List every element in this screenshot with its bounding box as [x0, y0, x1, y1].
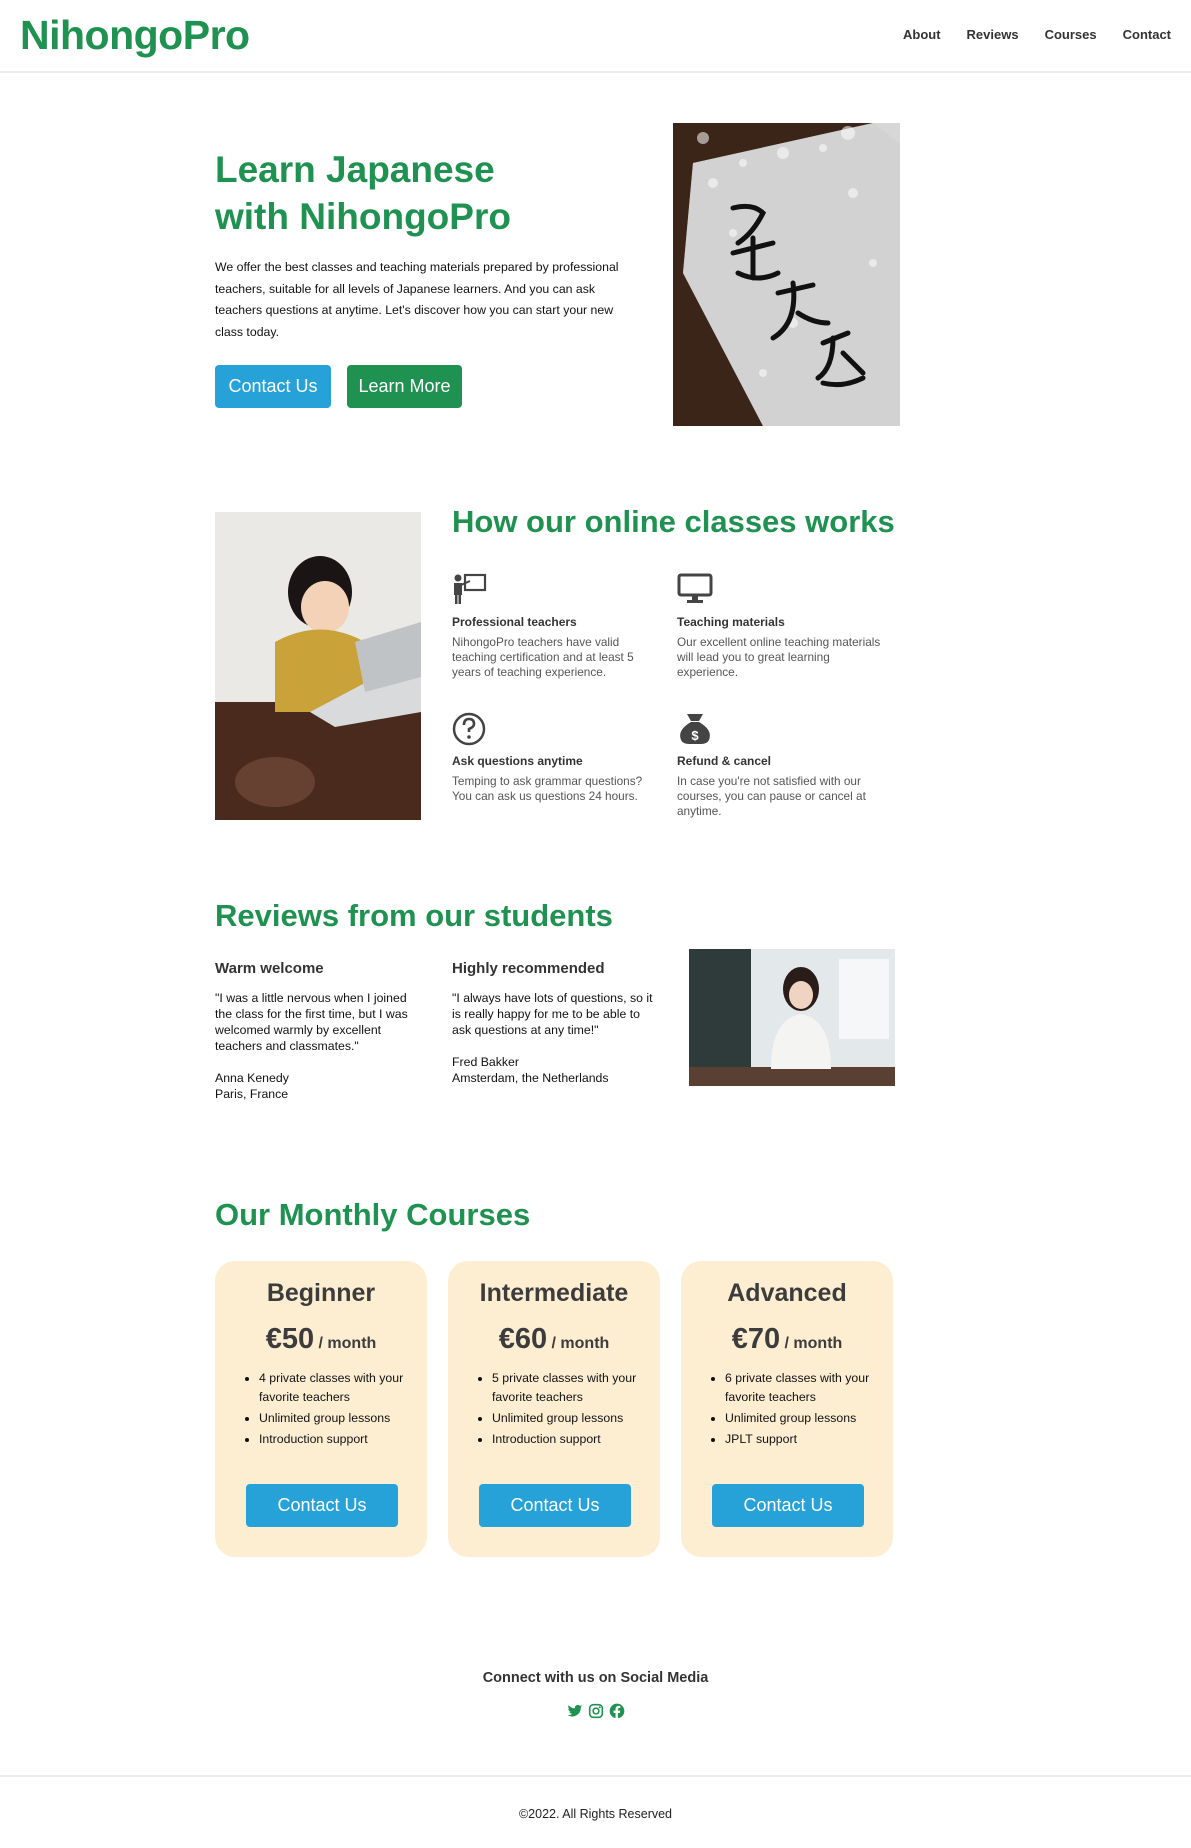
- twitter-icon[interactable]: [567, 1703, 583, 1719]
- reviews-section-title: Reviews from our students: [215, 898, 613, 933]
- course-contact-button[interactable]: Contact Us: [712, 1484, 864, 1527]
- feature-ask-questions: Ask questions anytime Temping to ask gra…: [452, 712, 662, 804]
- hero-description: We offer the best classes and teaching m…: [215, 260, 619, 340]
- courses-section-title: Our Monthly Courses: [215, 1197, 531, 1232]
- monitor-icon: [677, 573, 713, 609]
- calligraphy-illustration: [673, 123, 900, 426]
- reviewer-name: Fred Bakker: [452, 1055, 519, 1069]
- course-feature: Unlimited group lessons: [492, 1409, 642, 1428]
- course-feature: JPLT support: [725, 1430, 875, 1449]
- hero-title-line1: Learn Japanese: [215, 149, 495, 190]
- course-feature: Introduction support: [492, 1430, 642, 1449]
- feature-refund-cancel: $ Refund & cancel In case you're not sat…: [677, 712, 887, 819]
- price-period: / month: [784, 1335, 843, 1352]
- review-quote: "I always have lots of questions, so it …: [452, 991, 653, 1037]
- site-footer: ©2022. All Rights Reserved: [0, 1775, 1191, 1848]
- review-quote: "I was a little nervous when I joined th…: [215, 991, 408, 1053]
- feature-teaching-materials: Teaching materials Our excellent online …: [677, 573, 887, 680]
- how-section-title: How our online classes works: [452, 504, 895, 539]
- course-feature: Unlimited group lessons: [259, 1409, 409, 1428]
- course-name: Advanced: [727, 1279, 847, 1307]
- feature-text: NihongoPro teachers have valid teaching …: [452, 635, 634, 679]
- course-feature: 4 private classes with your favorite tea…: [259, 1369, 409, 1407]
- nav-contact[interactable]: Contact: [1123, 27, 1171, 42]
- site-header: NihongoPro About Reviews Courses Contact: [0, 0, 1191, 73]
- price-period: / month: [551, 1335, 610, 1352]
- course-card-advanced: Advanced €70 / month 6 private classes w…: [681, 1261, 893, 1557]
- course-price: €70 / month: [681, 1323, 893, 1356]
- course-feature: Introduction support: [259, 1430, 409, 1449]
- review-heading: Warm welcome: [215, 960, 324, 977]
- course-name: Beginner: [266, 1279, 376, 1307]
- feature-title: Refund & cancel: [677, 754, 772, 768]
- price-amount: €60: [498, 1323, 548, 1355]
- feature-text: Our excellent online teaching materials …: [677, 635, 881, 679]
- course-card-intermediate: Intermediate €60 / month 5 private class…: [448, 1261, 660, 1557]
- feature-text: In case you're not satisfied with our co…: [677, 774, 866, 818]
- feature-professional-teachers: Professional teachers NihongoPro teacher…: [452, 573, 662, 680]
- student-studying-photo: [689, 949, 895, 1086]
- nav-reviews[interactable]: Reviews: [967, 27, 1019, 42]
- price-amount: €50: [265, 1323, 315, 1355]
- review-card: Highly recommended "I always have lots o…: [452, 960, 662, 1086]
- review-card: Warm welcome "I was a little nervous whe…: [215, 960, 425, 1102]
- student-laptop-photo: [215, 512, 421, 820]
- money-bag-icon: $: [677, 712, 713, 748]
- feature-title: Professional teachers: [452, 615, 577, 629]
- social-title: Connect with us on Social Media: [482, 1670, 709, 1686]
- course-price: €60 / month: [448, 1323, 660, 1356]
- hero-contact-button[interactable]: Contact Us: [215, 365, 331, 408]
- hero-title: Learn Japanese with NihongoPro: [215, 146, 635, 240]
- svg-text:$: $: [691, 728, 699, 743]
- course-contact-button[interactable]: Contact Us: [479, 1484, 631, 1527]
- reviewer-name: Anna Kenedy: [215, 1071, 289, 1085]
- course-features: 6 private classes with your favorite tea…: [725, 1369, 875, 1451]
- main-nav: About Reviews Courses Contact: [903, 27, 1171, 42]
- course-feature: Unlimited group lessons: [725, 1409, 875, 1428]
- teacher-icon: [452, 573, 488, 609]
- nav-about[interactable]: About: [903, 27, 941, 42]
- nav-courses[interactable]: Courses: [1045, 27, 1097, 42]
- course-contact-button[interactable]: Contact Us: [246, 1484, 398, 1527]
- course-feature: 5 private classes with your favorite tea…: [492, 1369, 642, 1407]
- hero-learn-more-button[interactable]: Learn More: [347, 365, 462, 408]
- course-feature: 6 private classes with your favorite tea…: [725, 1369, 875, 1407]
- facebook-icon[interactable]: [609, 1703, 625, 1719]
- reviewer-location: Amsterdam, the Netherlands: [452, 1071, 609, 1085]
- course-name: Intermediate: [479, 1279, 629, 1307]
- price-period: / month: [318, 1335, 377, 1352]
- reviewer-location: Paris, France: [215, 1087, 289, 1101]
- feature-title: Ask questions anytime: [452, 754, 583, 768]
- student-illustration: [215, 512, 421, 820]
- instagram-icon[interactable]: [588, 1703, 604, 1719]
- question-icon: [452, 712, 488, 748]
- copyright-text: ©2022. All Rights Reserved: [518, 1807, 673, 1821]
- site-logo[interactable]: NihongoPro: [20, 12, 250, 59]
- feature-text: Temping to ask grammar questions? You ca…: [452, 774, 643, 803]
- social-links: [0, 1703, 1191, 1719]
- course-card-beginner: Beginner €50 / month 4 private classes w…: [215, 1261, 427, 1557]
- course-price: €50 / month: [215, 1323, 427, 1356]
- review-heading: Highly recommended: [452, 960, 605, 977]
- calligraphy-photo: [673, 123, 900, 426]
- feature-title: Teaching materials: [677, 615, 785, 629]
- course-features: 5 private classes with your favorite tea…: [492, 1369, 642, 1451]
- course-features: 4 private classes with your favorite tea…: [259, 1369, 409, 1451]
- hero-title-line2: with NihongoPro: [215, 196, 511, 237]
- student-studying-illustration: [689, 949, 895, 1086]
- price-amount: €70: [731, 1323, 781, 1355]
